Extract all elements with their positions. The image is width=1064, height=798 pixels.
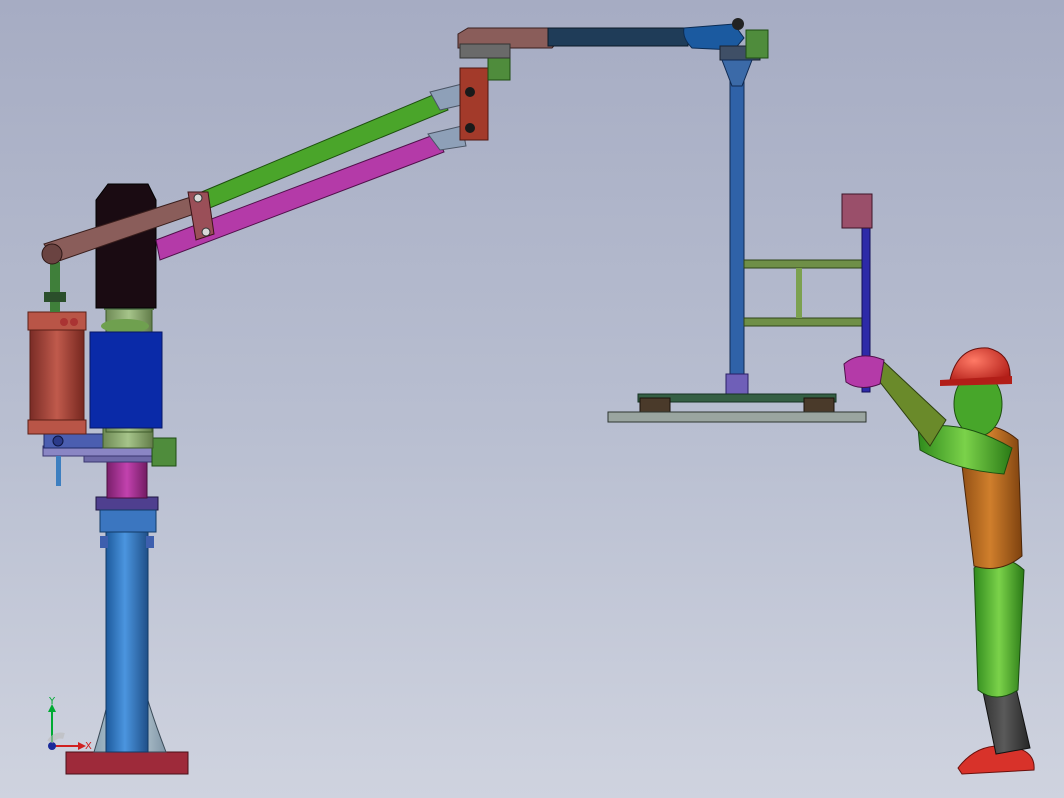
axis-x-label: X	[85, 741, 92, 752]
worker-thigh	[973, 558, 1025, 698]
rotary-joint[interactable]	[106, 461, 148, 499]
worker-hands	[843, 355, 885, 388]
boom-cap	[732, 18, 744, 30]
platform-pivot	[52, 435, 64, 447]
load-panel[interactable]	[607, 411, 867, 423]
cylinder-body[interactable]	[29, 329, 85, 423]
elbow-pin-bottom	[465, 123, 475, 133]
boom-hub	[459, 43, 511, 59]
motor-block[interactable]	[95, 183, 157, 309]
suction-cup-right	[803, 397, 835, 413]
assembly-model[interactable]: X Y	[0, 0, 1064, 798]
pneumatic-cylinder[interactable]	[27, 262, 87, 435]
column[interactable]	[105, 507, 149, 753]
platform-drop-rod	[56, 456, 61, 486]
xyz-triad-icon: X Y	[47, 696, 92, 752]
frame-top-bar	[743, 259, 863, 269]
column-bolt-ring	[99, 509, 157, 533]
cylinder-port	[60, 318, 68, 326]
elbow-pin-top	[465, 87, 475, 97]
mast-band	[101, 319, 149, 333]
column-flange	[95, 496, 159, 511]
axis-y-label: Y	[48, 696, 56, 707]
column-bracket-left	[100, 536, 108, 548]
cylinder-bottom-cap	[27, 419, 87, 435]
worker-forearm	[871, 361, 947, 447]
suction-cup-left	[639, 397, 671, 413]
arm-joint-pin-bottom	[201, 227, 211, 237]
parallel-arm-assembly[interactable]	[155, 83, 467, 261]
boom-gear	[745, 29, 769, 59]
pillar-base[interactable]	[65, 461, 189, 775]
drop-shaft[interactable]	[729, 59, 745, 401]
cylinder-rod	[50, 262, 60, 312]
platform-gear	[151, 437, 177, 467]
lift-platform[interactable]	[607, 373, 867, 423]
cylinder-rod-clamp	[44, 292, 66, 302]
elbow-gear	[487, 57, 511, 81]
cad-viewport[interactable]: X Y	[0, 0, 1064, 798]
worker-figure	[843, 347, 1035, 775]
base-plate[interactable]	[65, 751, 189, 775]
handle-top-cap	[841, 193, 873, 229]
arm-joint-pin-top	[193, 193, 203, 203]
counterweight-block[interactable]	[89, 331, 163, 429]
rear-lever-pivot	[41, 243, 63, 265]
boom-main-beam[interactable]	[547, 27, 689, 47]
column-bracket-right	[146, 536, 154, 548]
boom-assembly[interactable]	[457, 18, 769, 61]
cylinder-port-2	[70, 318, 78, 326]
frame-bottom-bar	[743, 317, 863, 327]
drop-shaft-cone	[721, 59, 753, 87]
frame-mid-strut	[796, 268, 802, 318]
